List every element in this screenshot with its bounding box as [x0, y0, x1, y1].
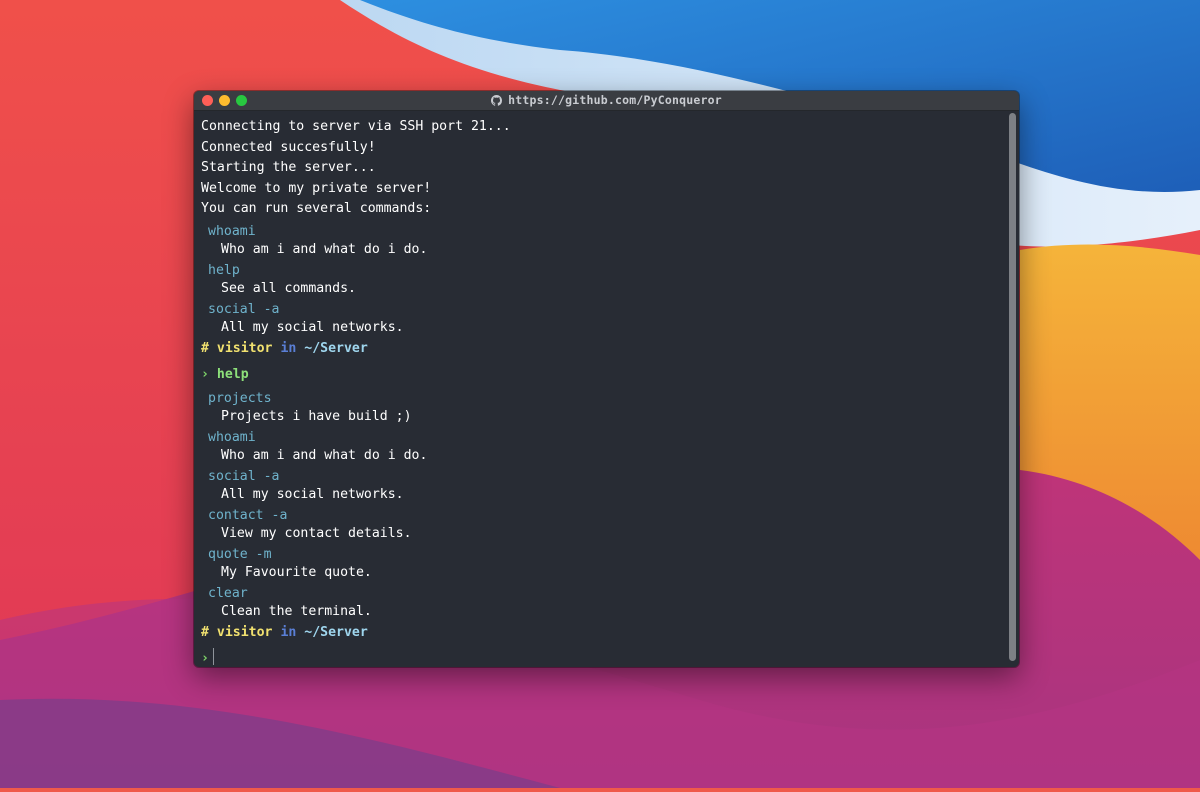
prompt-hash: # [201, 624, 209, 640]
command-description: Projects i have build ;) [221, 408, 412, 424]
window-title: https://github.com/PyConqueror [194, 93, 1019, 109]
command-description: All my social networks. [221, 319, 404, 335]
prompt-in: in [280, 624, 297, 640]
terminal-output[interactable]: Connecting to server via SSH port 21... … [194, 111, 1007, 667]
prompt-arrow-icon: › [201, 366, 209, 382]
text-cursor[interactable] [212, 647, 214, 665]
command-name: whoami [208, 429, 256, 445]
command-description: See all commands. [221, 280, 356, 296]
command-description: All my social networks. [221, 486, 404, 502]
prompt-hash: # [201, 340, 209, 356]
output-line: Starting the server... [201, 160, 376, 176]
output-line: Welcome to my private server! [201, 180, 432, 196]
command-description: Who am i and what do i do. [221, 241, 428, 257]
window-titlebar[interactable]: https://github.com/PyConqueror [194, 91, 1019, 111]
command-name: quote -m [208, 546, 272, 562]
shell-prompt: # visitor in ~/Server [201, 339, 1007, 359]
scrollbar[interactable] [1009, 113, 1016, 661]
command-input-line[interactable]: › [201, 647, 1007, 667]
github-icon [491, 95, 503, 109]
command-name: projects [208, 390, 272, 406]
command-name: whoami [208, 223, 256, 239]
command-description: Clean the terminal. [221, 603, 372, 619]
shell-prompt: # visitor in ~/Server [201, 623, 1007, 643]
command-description: View my contact details. [221, 525, 412, 541]
command-name: help [208, 262, 240, 278]
prompt-path: ~/Server [304, 624, 368, 640]
command-name: clear [208, 585, 248, 601]
prompt-user: visitor [216, 624, 273, 640]
window-title-text: https://github.com/PyConqueror [508, 93, 722, 107]
entered-command-line: › help [201, 363, 1007, 387]
prompt-arrow-icon: › [201, 650, 209, 666]
command-name: contact -a [208, 507, 288, 523]
prompt-path: ~/Server [304, 340, 368, 356]
prompt-in: in [280, 340, 297, 356]
command-name: social -a [208, 468, 280, 484]
output-line: Connecting to server via SSH port 21... [201, 119, 511, 134]
output-line: You can run several commands: [201, 201, 432, 217]
entered-command: help [216, 366, 249, 382]
prompt-user: visitor [216, 340, 273, 356]
command-name: social -a [208, 301, 280, 317]
output-line: Connected succesfully! [201, 139, 376, 155]
command-description: Who am i and what do i do. [221, 447, 428, 463]
command-description: My Favourite quote. [221, 564, 372, 580]
terminal-window[interactable]: https://github.com/PyConqueror Connectin… [194, 91, 1019, 667]
